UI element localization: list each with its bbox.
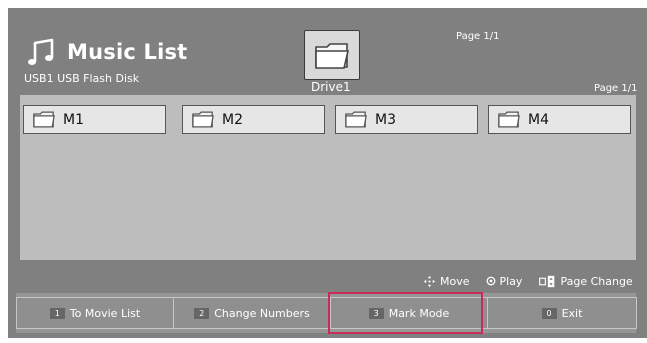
folder-list-panel: M1 M2 M3 M4 xyxy=(20,95,636,260)
play-dot-icon xyxy=(486,276,495,286)
page-indicator-top: Page 1/1 xyxy=(456,31,500,42)
legend-play: Play xyxy=(486,274,523,288)
move-arrows-icon xyxy=(423,275,436,287)
folder-label: M4 xyxy=(528,111,549,128)
legend-play-label: Play xyxy=(499,274,523,288)
legend-page-change: Page Change xyxy=(538,274,633,288)
folder-item-m4[interactable]: M4 xyxy=(488,105,631,134)
header-title-group: Music List xyxy=(25,32,187,72)
folder-icon xyxy=(345,111,367,128)
button-number-badge: 1 xyxy=(49,307,65,319)
exit-button[interactable]: 0 Exit xyxy=(487,297,637,329)
control-legend: Move Play Page Change xyxy=(423,274,633,288)
button-label: Change Numbers xyxy=(214,306,310,320)
page-title: Music List xyxy=(67,40,188,64)
folder-icon xyxy=(315,43,350,69)
music-note-icon xyxy=(28,38,54,65)
to-movie-list-button[interactable]: 1 To Movie List xyxy=(16,297,174,329)
button-number-badge: 3 xyxy=(368,307,384,319)
folder-label: M1 xyxy=(63,111,84,128)
device-label: USB1 USB Flash Disk xyxy=(24,72,140,85)
folder-item-m1[interactable]: M1 xyxy=(23,105,166,134)
folder-label: M3 xyxy=(375,111,396,128)
page-indicator-right: Page 1/1 xyxy=(594,83,638,94)
folder-icon xyxy=(33,111,55,128)
button-number-badge: 0 xyxy=(541,307,557,319)
button-label: Mark Mode xyxy=(388,306,450,320)
folder-item-m3[interactable]: M3 xyxy=(335,105,478,134)
button-label: Exit xyxy=(561,306,583,320)
legend-page-change-label: Page Change xyxy=(560,274,633,288)
button-number-badge: 2 xyxy=(194,307,210,319)
mark-mode-button[interactable]: 3 Mark Mode xyxy=(330,297,488,329)
change-numbers-button[interactable]: 2 Change Numbers xyxy=(173,297,331,329)
page-change-icon xyxy=(539,275,555,287)
drive-folder-button[interactable] xyxy=(304,30,360,80)
button-label: To Movie List xyxy=(69,306,141,320)
folder-item-m2[interactable]: M2 xyxy=(182,105,325,134)
folder-label: M2 xyxy=(222,111,243,128)
folder-icon xyxy=(192,111,214,128)
legend-move: Move xyxy=(423,275,470,288)
folder-icon xyxy=(498,111,520,128)
legend-move-label: Move xyxy=(440,274,470,288)
music-list-screen: Music List USB1 USB Flash Disk Drive1 Pa… xyxy=(8,8,647,338)
drive-label: Drive1 xyxy=(311,80,351,94)
bottom-action-bar: 1 To Movie List 2 Change Numbers 3 Mark … xyxy=(16,293,637,333)
